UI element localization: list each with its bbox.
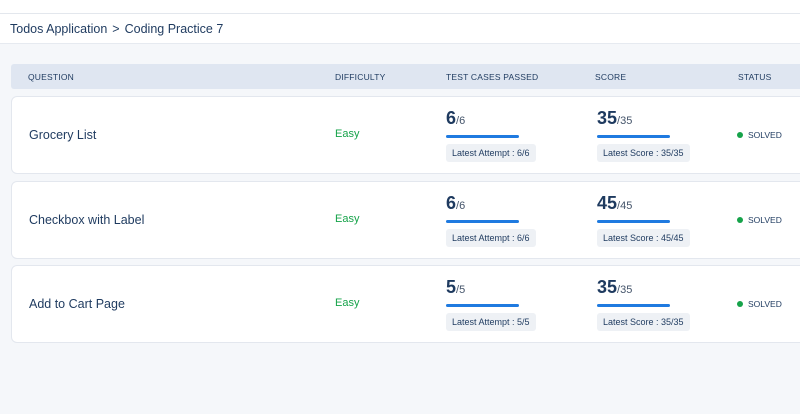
status-badge: SOLVED [737, 299, 782, 309]
latest-score-label: Latest Score : 35/35 [597, 144, 690, 162]
tests-total-value: /6 [456, 115, 466, 127]
test-cases-metric: 6/6 Latest Attempt : 6/6 [446, 193, 536, 247]
breadcrumb-current: Coding Practice 7 [124, 21, 224, 36]
status-dot-icon [737, 132, 743, 138]
status-label: SOLVED [748, 215, 782, 225]
table-row[interactable]: Grocery List Easy 6/6 Latest Attempt : 6… [11, 96, 800, 174]
score-metric: 45/45 Latest Score : 45/45 [597, 193, 690, 247]
question-title[interactable]: Grocery List [29, 128, 96, 142]
difficulty-badge: Easy [335, 213, 360, 225]
status-label: SOLVED [748, 299, 782, 309]
difficulty-badge: Easy [335, 297, 360, 309]
test-cases-metric: 6/6 Latest Attempt : 6/6 [446, 108, 536, 162]
status-badge: SOLVED [737, 130, 782, 140]
status-dot-icon [737, 301, 743, 307]
tests-passed-value: 5 [446, 277, 457, 297]
latest-attempt-label: Latest Attempt : 5/5 [446, 313, 536, 331]
score-total-value: /35 [617, 284, 633, 296]
tests-total-value: /6 [456, 200, 466, 212]
table-row[interactable]: Checkbox with Label Easy 6/6 Latest Atte… [11, 181, 800, 259]
column-header-test-cases: TEST CASES PASSED [446, 72, 539, 82]
status-dot-icon [737, 217, 743, 223]
latest-score-label: Latest Score : 35/35 [597, 313, 690, 331]
score-progress-bar [597, 220, 670, 223]
tests-progress-bar [446, 304, 519, 307]
score-total-value: /45 [617, 200, 633, 212]
top-strip [0, 0, 800, 14]
score-value: 35 [597, 277, 618, 297]
score-progress-bar [597, 304, 670, 307]
question-title[interactable]: Add to Cart Page [29, 297, 125, 311]
score-value: 35 [597, 108, 618, 128]
tests-passed-value: 6 [446, 193, 457, 213]
score-metric: 35/35 Latest Score : 35/35 [597, 108, 690, 162]
table-row[interactable]: Add to Cart Page Easy 5/5 Latest Attempt… [11, 265, 800, 343]
column-header-question: QUESTION [28, 72, 74, 82]
tests-passed-value: 6 [446, 108, 457, 128]
tests-progress-bar [446, 220, 519, 223]
column-header-difficulty: DIFFICULTY [335, 72, 386, 82]
tests-total-value: /5 [456, 284, 466, 296]
latest-score-label: Latest Score : 45/45 [597, 229, 690, 247]
column-header-score: SCORE [595, 72, 627, 82]
question-title[interactable]: Checkbox with Label [29, 213, 144, 227]
status-label: SOLVED [748, 130, 782, 140]
column-header-status: STATUS [738, 72, 772, 82]
breadcrumb-separator: > [112, 21, 120, 36]
tests-progress-bar [446, 135, 519, 138]
difficulty-badge: Easy [335, 128, 360, 140]
score-value: 45 [597, 193, 618, 213]
status-badge: SOLVED [737, 215, 782, 225]
breadcrumb-parent[interactable]: Todos Application [10, 22, 107, 36]
test-cases-metric: 5/5 Latest Attempt : 5/5 [446, 277, 536, 331]
breadcrumb: Todos Application > Coding Practice 7 [0, 14, 800, 44]
table-header: QUESTION DIFFICULTY TEST CASES PASSED SC… [11, 64, 800, 89]
score-metric: 35/35 Latest Score : 35/35 [597, 277, 690, 331]
latest-attempt-label: Latest Attempt : 6/6 [446, 144, 536, 162]
score-progress-bar [597, 135, 670, 138]
score-total-value: /35 [617, 115, 633, 127]
latest-attempt-label: Latest Attempt : 6/6 [446, 229, 536, 247]
